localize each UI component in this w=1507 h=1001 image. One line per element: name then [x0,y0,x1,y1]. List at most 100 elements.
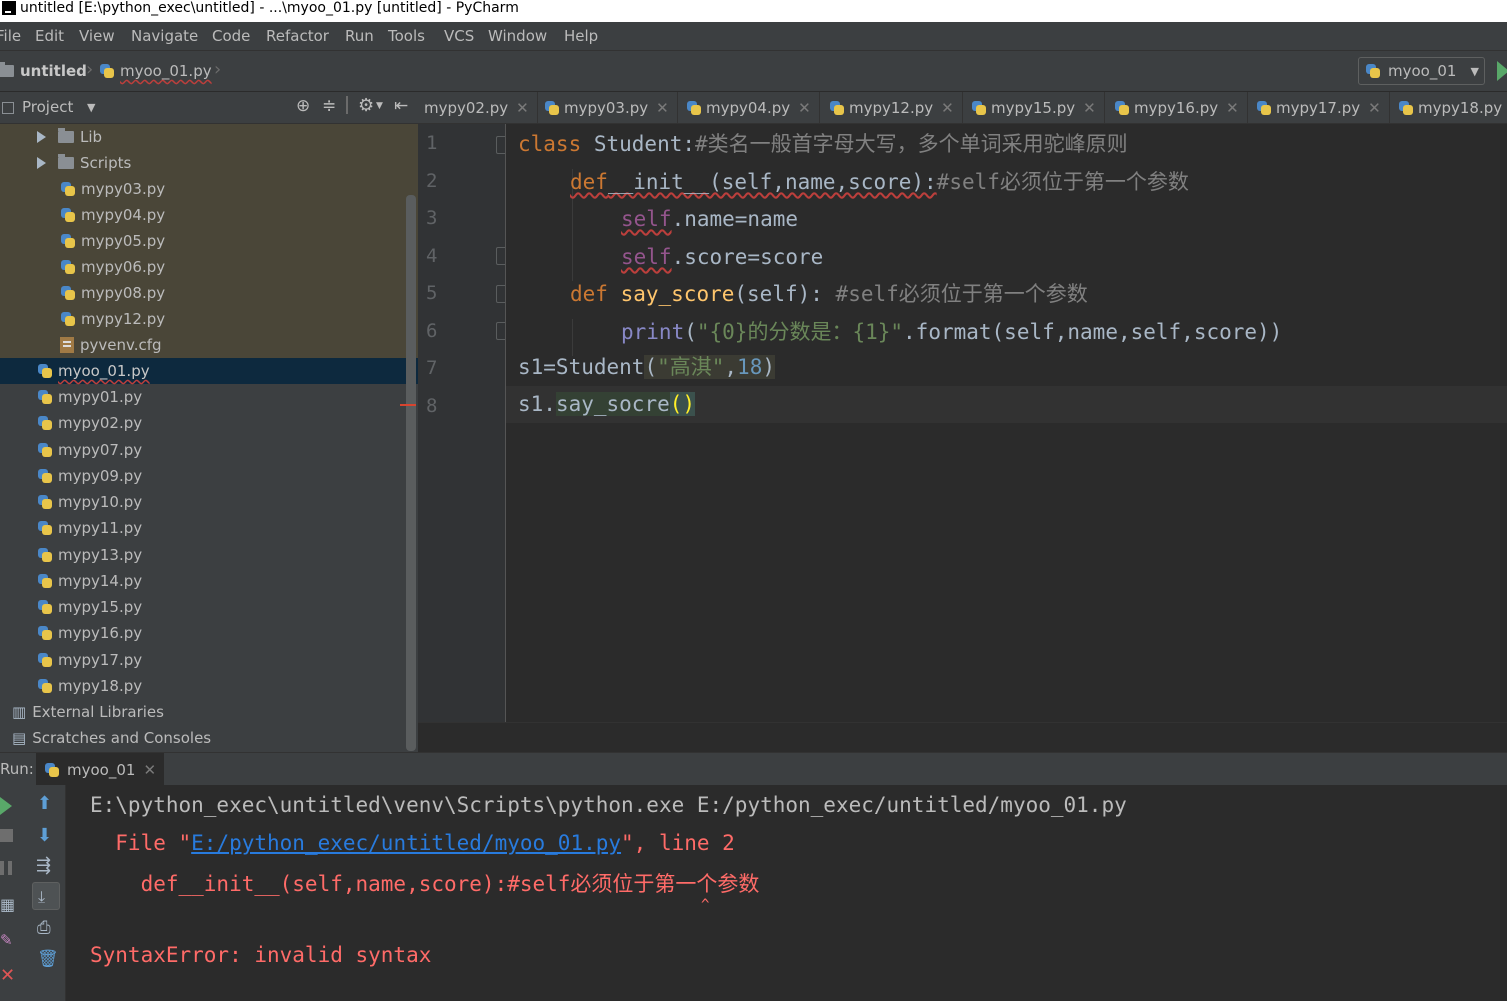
tree-item-mypy03[interactable]: mypy03.py [0,176,466,202]
tree-item-mypy11[interactable]: mypy11.py [0,515,443,541]
menu-file[interactable]: File [0,27,21,45]
line-number: 2 [426,170,438,192]
pause-icon[interactable] [0,861,12,875]
menu-code[interactable]: Code [212,27,250,45]
project-scrollbar[interactable] [406,195,416,751]
error-stripe-marker[interactable] [400,404,416,406]
menu-navigate[interactable]: Navigate [131,27,198,45]
close-icon[interactable]: ✕ [1368,99,1381,117]
chevron-down-icon[interactable]: ▼ [87,101,95,114]
window-title: untitled [E:\python_exec\untitled] - ...… [20,0,519,16]
tree-item-mypy14[interactable]: mypy14.py [0,568,443,594]
tree-item-mypy10[interactable]: mypy10.py [0,489,443,515]
tree-item-mypy09[interactable]: mypy09.py [0,463,443,489]
python-file-icon [37,468,52,484]
line-number: 8 [426,395,438,417]
close-icon[interactable]: ✕ [516,99,529,117]
trash-icon[interactable]: 🗑 [37,949,59,969]
python-file-icon [37,363,52,379]
menu-help[interactable]: Help [564,27,598,45]
traceback-file-link[interactable]: E:/python_exec/untitled/myoo_01.py [191,831,621,855]
close-icon[interactable]: ✕ [143,761,156,779]
project-view-title[interactable]: Project [22,98,73,116]
pin-icon[interactable]: ✎ [0,931,13,949]
tree-item-lib[interactable]: Lib [0,124,443,150]
tab-mypy15[interactable]: mypy15.py ✕ [963,92,1105,123]
stop-icon[interactable] [0,829,13,842]
run-button[interactable] [1497,61,1507,81]
tree-item-mypy16[interactable]: mypy16.py [0,620,443,646]
run-tab-myoo-01[interactable]: myoo_01 ✕ [36,753,165,786]
tree-item-mypy18[interactable]: mypy18.py [0,673,443,699]
tab-mypy03[interactable]: mypy03.py ✕ [536,92,678,123]
editor-tab-bar: mypy02.py ✕ mypy03.py ✕ mypy04.py ✕ mypy12.… [418,92,1507,124]
tree-item-mypy06[interactable]: mypy06.py [0,254,466,280]
chevron-down-icon[interactable]: ▼ [376,101,383,111]
toolbar-divider [346,96,348,114]
project-panel-header: Project ▼ ⊕ ≑ ⚙ ▼ ⇤ [0,92,418,124]
tab-mypy18[interactable]: mypy18.py [1390,92,1507,123]
collapse-all-icon[interactable]: ≑ [322,96,336,116]
tree-item-mypy17[interactable]: mypy17.py [0,647,443,673]
tree-item-scripts[interactable]: Scripts [0,150,443,176]
layout-icon[interactable]: ▦ [0,895,15,914]
tree-item-mypy04[interactable]: mypy04.py [0,202,466,228]
python-file-icon [1114,100,1129,116]
menu-view[interactable]: View [79,27,115,45]
tree-item-mypy07[interactable]: mypy07.py [0,437,443,463]
menu-run[interactable]: Run [345,27,374,45]
close-icon[interactable]: ✕ [941,99,954,117]
python-file-icon [686,100,701,116]
close-icon[interactable]: ✕ [1226,99,1239,117]
close-icon[interactable]: ✕ [798,99,811,117]
tree-item-mypy02[interactable]: mypy02.py [0,410,443,436]
breadcrumb-project[interactable]: untitled [0,62,87,80]
scroll-to-end-icon[interactable] [32,882,60,910]
code-line-8: s1.say_socre() [518,392,696,416]
hide-panel-icon[interactable]: ⇤ [394,96,408,116]
code-line-4: self.score=score [621,245,824,269]
menu-vcs[interactable]: VCS [444,27,474,45]
tree-item-external-libraries[interactable]: ▥ External Libraries [0,699,418,725]
code-line-7: s1=Student("高淇",18) [518,355,775,379]
tab-mypy04[interactable]: mypy04.py ✕ [678,92,820,123]
menu-edit[interactable]: Edit [35,27,64,45]
menu-refactor[interactable]: Refactor [266,27,329,45]
soft-wrap-icon[interactable]: ⇶ [36,855,51,876]
arrow-up-icon[interactable]: ⬆ [37,793,52,814]
rerun-icon[interactable] [0,797,12,815]
print-icon[interactable]: ⎙ [37,918,51,938]
tree-item-mypy01[interactable]: mypy01.py [0,384,443,410]
tree-item-mypy12[interactable]: mypy12.py [0,306,466,332]
close-icon[interactable]: ✕ [1083,99,1096,117]
tab-mypy16[interactable]: mypy16.py ✕ [1106,92,1248,123]
code-editor[interactable]: class Student:#类名一般首字母大写，多个单词采用驼峰原则 def_… [506,124,1507,722]
close-icon[interactable]: ✕ [656,99,669,117]
tree-item-myoo-01[interactable]: myoo_01.py [0,358,455,384]
console-error-caret: ^ [701,897,710,913]
tab-mypy17[interactable]: mypy17.py ✕ [1248,92,1390,123]
line-number: 7 [426,357,438,379]
run-console-output[interactable]: E:\python_exec\untitled\venv\Scripts\pyt… [66,785,1507,1001]
close-icon[interactable]: ✕ [0,965,15,986]
gear-icon[interactable]: ⚙ [358,95,374,116]
tab-mypy12[interactable]: mypy12.py ✕ [821,92,963,123]
tree-item-mypy05[interactable]: mypy05.py [0,228,466,254]
tree-item-mypy08[interactable]: mypy08.py [0,280,466,306]
folder-icon [58,128,74,143]
menu-window[interactable]: Window [488,27,547,45]
editor-empty-area [418,722,1507,752]
expand-arrow-icon [37,131,46,143]
tree-item-scratches[interactable]: ▤ Scratches and Consoles [0,725,418,751]
arrow-down-icon[interactable]: ⬇ [37,825,52,846]
python-file-icon [37,573,52,589]
tree-item-pyvenv-cfg[interactable]: pyvenv.cfg [0,332,466,358]
breadcrumb-file[interactable]: myoo_01.py [99,62,212,80]
tree-item-mypy13[interactable]: mypy13.py [0,542,443,568]
locate-icon[interactable]: ⊕ [296,96,310,116]
tree-item-mypy15[interactable]: mypy15.py [0,594,443,620]
folder-icon [0,62,14,77]
tab-mypy02[interactable]: mypy02.py ✕ [418,92,538,123]
menu-tools[interactable]: Tools [388,27,425,45]
run-configuration-dropdown[interactable]: myoo_01 ▼ [1358,57,1485,85]
